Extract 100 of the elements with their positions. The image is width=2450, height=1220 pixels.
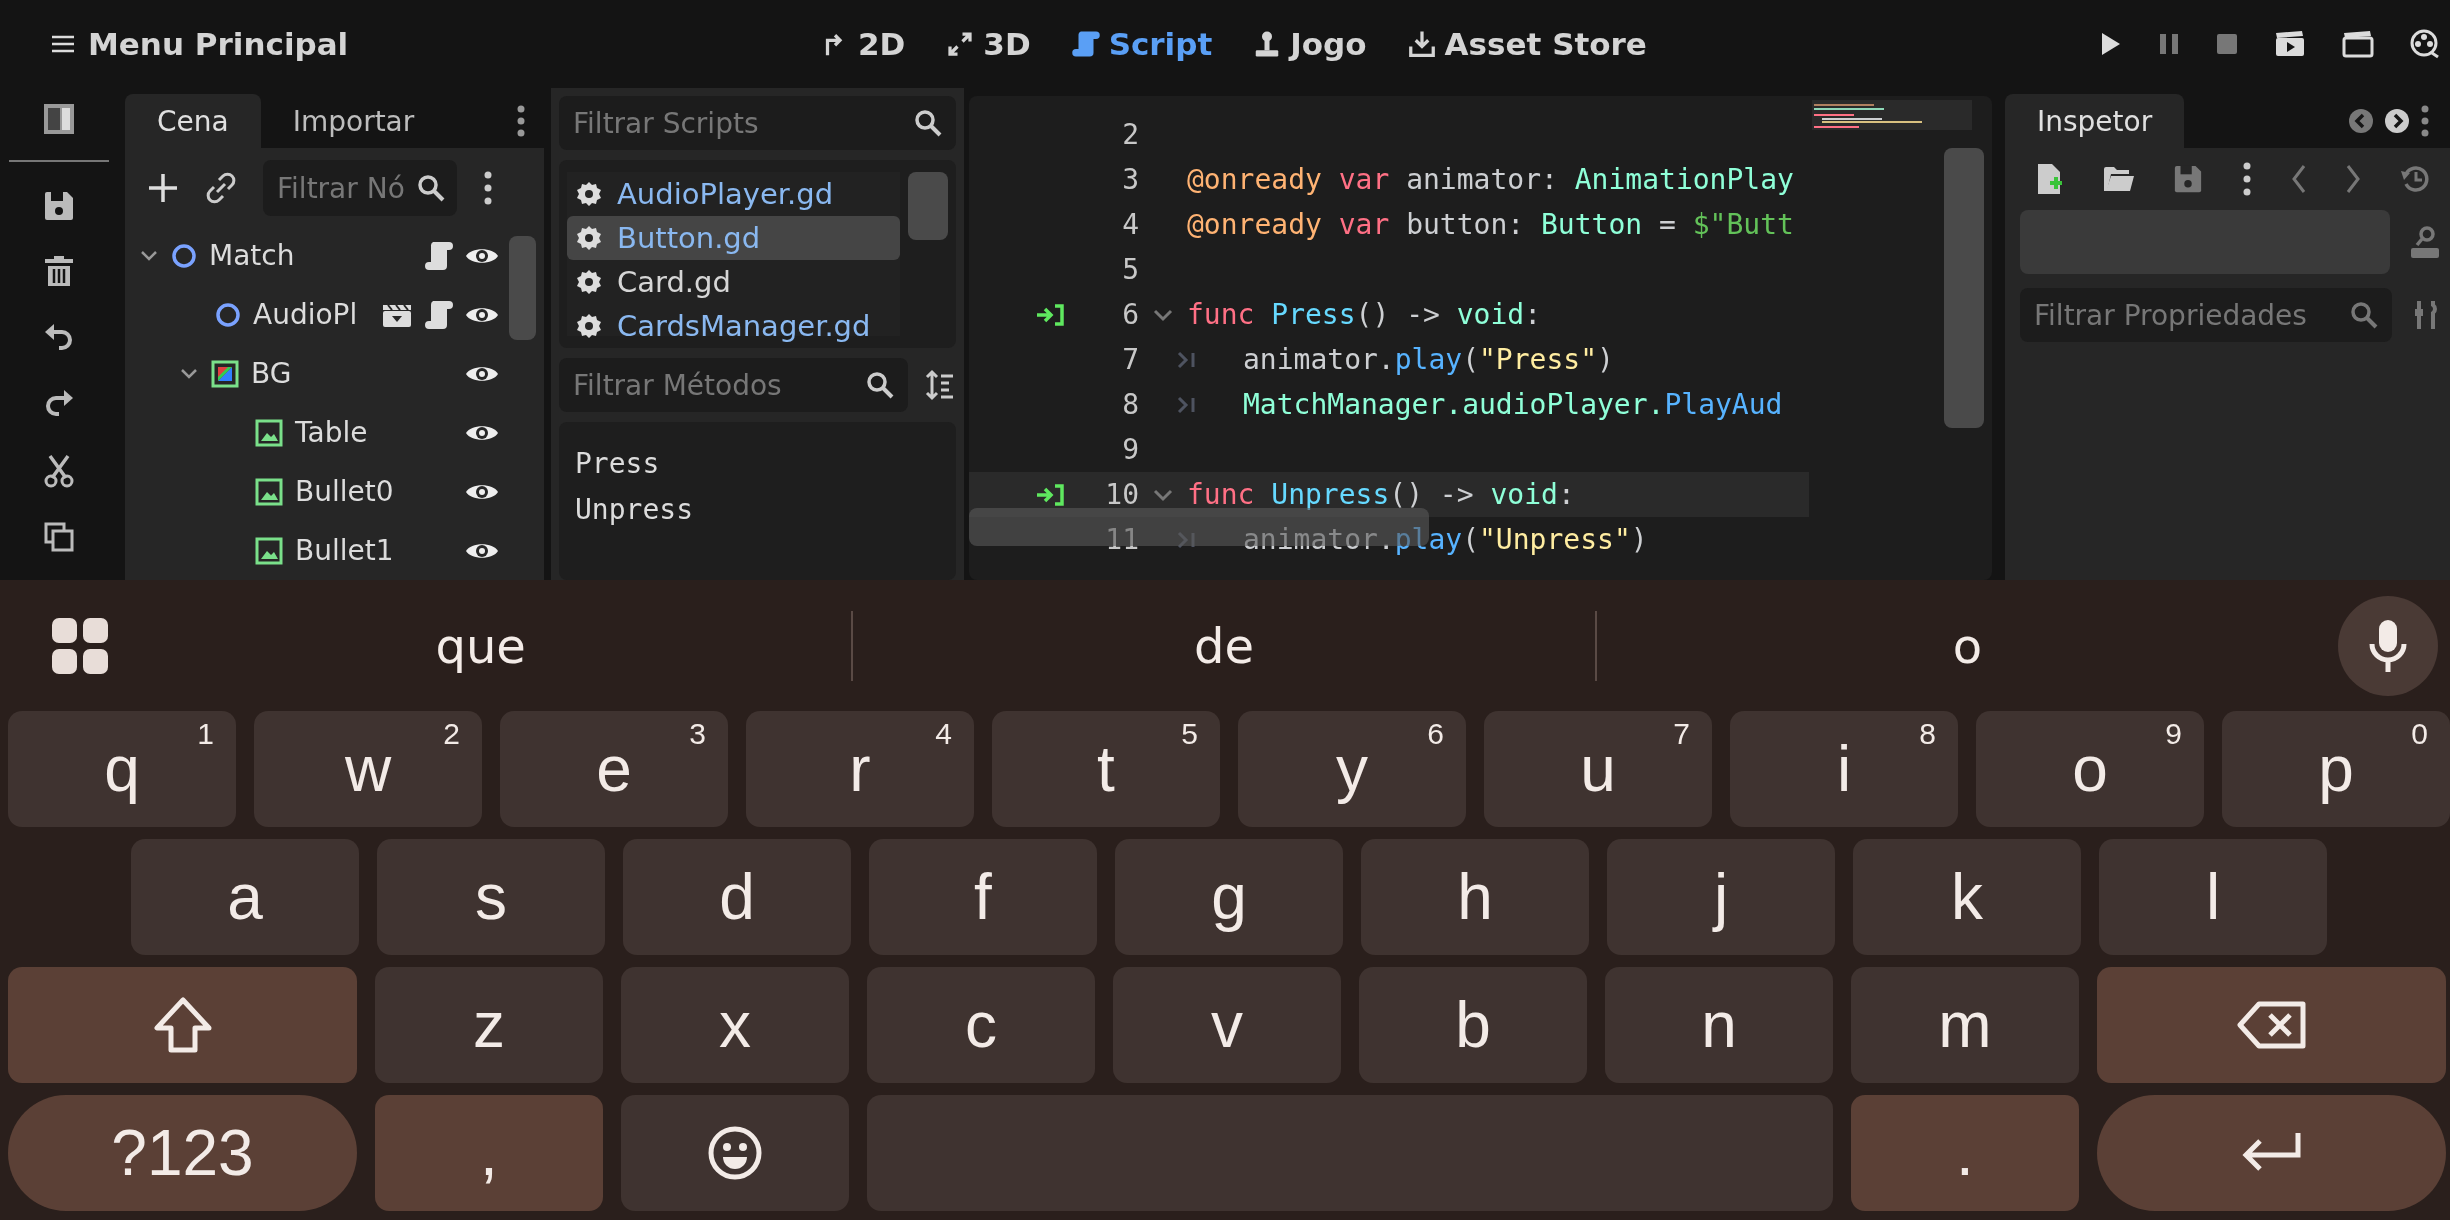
keyboard-key[interactable]: x [621, 967, 849, 1083]
keyboard-key[interactable]: e 3 [500, 711, 728, 827]
script-icon[interactable] [425, 240, 454, 271]
keyboard-key[interactable]: m [1851, 967, 2079, 1083]
keyboard-key[interactable]: a [131, 839, 359, 955]
tree-item[interactable]: Bullet0 [295, 475, 394, 508]
tree-item[interactable]: Table [295, 416, 368, 449]
keyboard-key[interactable]: k [1853, 839, 2081, 955]
add-icon[interactable] [147, 172, 179, 204]
keyboard-key[interactable]: g [1115, 839, 1343, 955]
keyboard-key[interactable]: j [1607, 839, 1835, 955]
signal-connection-icon[interactable] [1035, 482, 1065, 507]
history-icon[interactable] [2399, 164, 2430, 194]
script-icon[interactable] [425, 299, 454, 330]
keyboard-key[interactable]: f [869, 839, 1097, 955]
keyboard-key[interactable]: y 6 [1238, 711, 1466, 827]
workspace-tab[interactable]: 3D [945, 26, 1031, 62]
cut-icon[interactable] [43, 454, 74, 488]
pause-icon[interactable] [2158, 32, 2180, 56]
search-icon[interactable] [914, 109, 942, 137]
script-list-item[interactable]: AudioPlayer.gd [567, 172, 900, 216]
minimap[interactable] [1812, 100, 1972, 130]
chevron-down-icon[interactable] [179, 366, 199, 381]
dock-tab[interactable]: Importar [260, 94, 447, 148]
script-list-item[interactable]: CardsManager.gd [567, 304, 900, 348]
keyboard-key[interactable]: n [1605, 967, 1833, 1083]
trash-icon[interactable] [43, 256, 74, 288]
emoji-key[interactable] [621, 1095, 849, 1211]
method-filter-field[interactable]: Filtrar Métodos [559, 358, 908, 412]
folder-icon[interactable] [2102, 165, 2135, 193]
signal-connection-icon[interactable] [1035, 302, 1065, 327]
keyboard-key[interactable]: w 2 [254, 711, 482, 827]
keyboard-key[interactable]: c [867, 967, 1095, 1083]
forward-icon[interactable] [2384, 108, 2410, 134]
workspace-tab[interactable]: Asset Store [1406, 26, 1647, 62]
method-item[interactable]: Press [575, 440, 940, 486]
back-icon[interactable] [2348, 108, 2374, 134]
dock-tab[interactable]: Inspetor [2005, 94, 2185, 148]
keyboard-key[interactable]: t 5 [992, 711, 1220, 827]
keyboard-key[interactable]: b [1359, 967, 1587, 1083]
backspace-key[interactable] [2097, 967, 2446, 1083]
clapper-play-icon[interactable] [2274, 30, 2306, 58]
link-icon[interactable] [205, 172, 237, 204]
keyboard-key[interactable]: s [377, 839, 605, 955]
workspace-tab[interactable]: Jogo [1252, 26, 1367, 62]
workspace-tab[interactable]: Script [1070, 26, 1213, 62]
more-icon[interactable] [516, 105, 526, 137]
script-list-item[interactable]: Card.gd [567, 260, 900, 304]
copy-icon[interactable] [43, 522, 74, 552]
suggestion[interactable]: que [110, 580, 852, 711]
sort-icon[interactable] [924, 369, 956, 401]
keyboard-key[interactable]: d [623, 839, 851, 955]
doc-search-icon[interactable] [2410, 225, 2440, 259]
tree-item[interactable]: AudioPl [253, 298, 358, 331]
chevron-right-icon[interactable] [2345, 164, 2362, 194]
keyboard-key[interactable]: . [1851, 1095, 2079, 1211]
more-icon[interactable] [2241, 162, 2252, 196]
script-list-item[interactable]: Button.gd [567, 216, 900, 260]
shift-key[interactable] [8, 967, 357, 1083]
dock-tab[interactable]: Cena [125, 94, 261, 148]
keyboard-key[interactable]: l [2099, 839, 2327, 955]
keyboard-key[interactable]: ?123 [8, 1095, 357, 1211]
suggestion[interactable]: o [1596, 580, 2338, 711]
node-filter-field[interactable]: Filtrar Nó [263, 160, 457, 216]
save-icon[interactable] [42, 190, 75, 222]
method-item[interactable]: Unpress [575, 486, 940, 532]
keyboard-key[interactable]: p 0 [2222, 711, 2450, 827]
scrollbar[interactable] [908, 172, 948, 240]
keyboard-key[interactable]: h [1361, 839, 1589, 955]
main-menu-button[interactable]: Menu Principal [50, 26, 349, 62]
movie-reel-icon[interactable] [2410, 29, 2440, 59]
tools-icon[interactable] [2412, 299, 2440, 331]
property-filter-field[interactable]: Filtrar Propriedades [2020, 288, 2392, 342]
search-icon[interactable] [417, 174, 445, 202]
scrollbar[interactable] [509, 236, 536, 340]
suggestion[interactable]: de [853, 580, 1595, 711]
search-icon[interactable] [866, 371, 894, 399]
clapper-icon[interactable] [2342, 30, 2374, 58]
new-file-icon[interactable] [2036, 163, 2064, 195]
chevron-left-icon[interactable] [2290, 164, 2307, 194]
keyboard-key[interactable]: , [375, 1095, 603, 1211]
tree-item[interactable]: Bullet1 [295, 534, 394, 567]
keyboard-key[interactable]: r 4 [746, 711, 974, 827]
tree-item[interactable]: BG [251, 357, 292, 390]
script-filter-field[interactable]: Filtrar Scripts [559, 96, 956, 150]
keyboard-key[interactable]: z [375, 967, 603, 1083]
chevron-down-icon[interactable] [139, 248, 159, 263]
tree-item[interactable]: Match [209, 239, 295, 272]
panel-layout-icon[interactable] [41, 102, 76, 136]
keyboard-key[interactable]: u 7 [1484, 711, 1712, 827]
more-icon[interactable] [2420, 105, 2430, 137]
more-icon[interactable] [483, 171, 493, 205]
apps-grid-icon[interactable] [50, 615, 110, 676]
stop-icon[interactable] [2216, 33, 2238, 55]
keyboard-key[interactable]: q 1 [8, 711, 236, 827]
keyboard-key[interactable]: i 8 [1730, 711, 1958, 827]
keyboard-key[interactable]: o 9 [1976, 711, 2204, 827]
scrollbar[interactable] [1944, 148, 1984, 428]
keyboard-key[interactable]: v [1113, 967, 1341, 1083]
workspace-tab[interactable]: 2D [820, 26, 906, 62]
